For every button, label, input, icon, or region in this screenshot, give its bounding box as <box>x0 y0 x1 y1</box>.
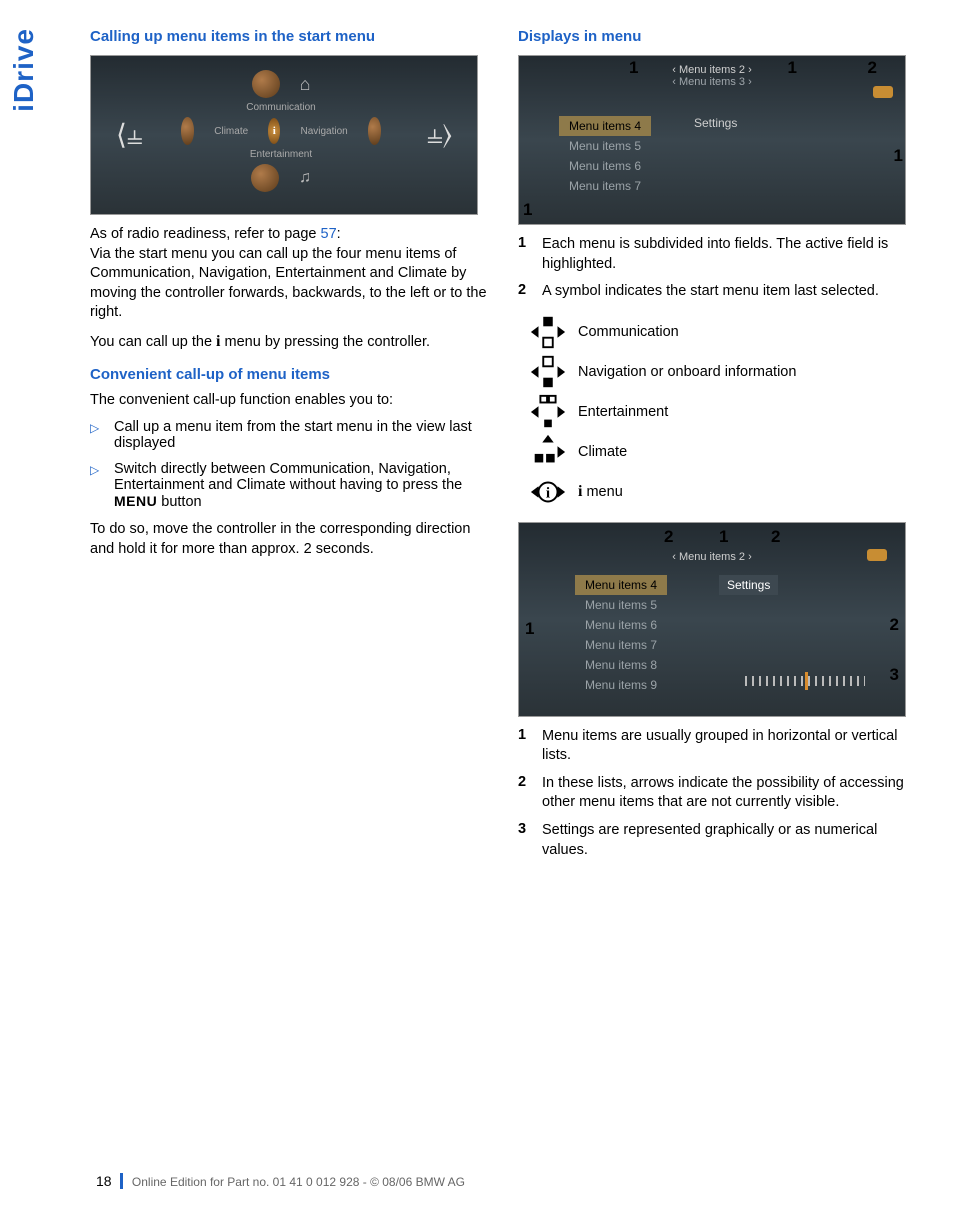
menu-item: Menu items 7 <box>559 176 651 196</box>
i-menu-direction-icon: i <box>518 473 578 511</box>
figure-menu-lists: 2 1 2 1 2 3 ‹ Menu items 2 › Menu items … <box>518 522 906 717</box>
menu-heading: ‹ Menu items 2 › <box>519 64 905 76</box>
arrow-left-icon: ⟨⫨ <box>116 118 143 152</box>
icon-legend: Communication Navigation or onboard info… <box>518 312 918 512</box>
section-tab: iDrive <box>8 28 40 112</box>
label-entertainment: Entertainment <box>181 149 381 160</box>
callout-2: 2 <box>771 527 780 547</box>
communication-direction-icon <box>518 313 578 351</box>
home-icon: ⌂ <box>300 74 311 95</box>
paragraph-radio-readiness: As of radio readiness, refer to page 57:… <box>90 225 490 323</box>
legend-label: Entertainment <box>578 404 668 420</box>
heading-calling-up: Calling up menu items in the start menu <box>90 28 490 45</box>
climate-direction-icon <box>518 433 578 471</box>
menu-heading: ‹ Menu items 2 › <box>519 551 905 563</box>
legend-label: Navigation or onboard information <box>578 364 796 380</box>
heading-convenient: Convenient call-up of menu items <box>90 366 490 383</box>
menu-heading: ‹ Menu items 3 › <box>519 76 905 88</box>
callout-1: 1 <box>523 200 532 220</box>
paragraph-todo: To do so, move the controller in the cor… <box>90 520 490 559</box>
callout-1: 1 <box>719 527 728 547</box>
right-column: Displays in menu 1 1 2 1 1 ‹ Menu items … <box>518 28 918 870</box>
menu-item: Menu items 5 <box>559 136 651 156</box>
entertainment-direction-icon <box>518 393 578 431</box>
callout-1: 1 <box>894 146 903 166</box>
menu-item: Menu items 8 <box>575 655 667 675</box>
settings-label: Settings <box>719 575 778 595</box>
settings-label: Settings <box>694 116 737 130</box>
orb-icon <box>252 70 280 98</box>
bullet-item: ▷ Switch directly between Communication,… <box>90 461 490 510</box>
legend-label: i menu <box>578 483 623 501</box>
orb-icon <box>181 117 194 145</box>
numbered-item: 2A symbol indicates the start menu item … <box>518 282 918 302</box>
footer-text: Online Edition for Part no. 01 41 0 012 … <box>132 1175 465 1189</box>
orb-icon <box>251 164 279 192</box>
triangle-bullet-icon: ▷ <box>90 461 114 510</box>
label-navigation: Navigation <box>300 126 347 137</box>
arrow-right-icon: ⫨⟩ <box>427 118 452 151</box>
numbered-item: 1Each menu is subdivided into fields. Th… <box>518 235 918 274</box>
callout-2: 2 <box>664 527 673 547</box>
label-climate: Climate <box>214 126 248 137</box>
figure-start-menu: ⟨⫨ ⫨⟩ ⌂ Communication Climate i Navigati… <box>90 55 478 215</box>
paragraph-call-up-i-menu: You can call up the i menu by pressing t… <box>90 331 490 353</box>
note-icon: ♫ <box>299 169 311 187</box>
callout-1: 1 <box>525 619 534 639</box>
menu-item: Menu items 9 <box>575 675 667 695</box>
menu-item: Menu items 6 <box>575 615 667 635</box>
settings-gauge <box>745 676 865 686</box>
menu-button-label: MENU <box>114 493 157 509</box>
i-icon: i <box>268 118 280 144</box>
label-communication: Communication <box>181 102 381 113</box>
callout-3: 3 <box>890 665 899 685</box>
orb-icon <box>368 117 381 145</box>
menu-item-active: Menu items 4 <box>559 116 651 136</box>
numbered-item: 3Settings are represented graphically or… <box>518 821 918 860</box>
numbered-item: 1Menu items are usually grouped in horiz… <box>518 727 918 766</box>
navigation-direction-icon <box>518 353 578 391</box>
numbered-item: 2In these lists, arrows indicate the pos… <box>518 774 918 813</box>
menu-item: Menu items 7 <box>575 635 667 655</box>
page-footer: 18 Online Edition for Part no. 01 41 0 0… <box>96 1173 465 1189</box>
heading-displays: Displays in menu <box>518 28 918 45</box>
left-column: Calling up menu items in the start menu … <box>90 28 490 870</box>
page-number: 18 <box>96 1173 123 1189</box>
menu-item-active: Menu items 4 <box>575 575 667 595</box>
svg-text:i: i <box>546 484 550 501</box>
page-link-57[interactable]: 57 <box>321 226 337 242</box>
menu-item: Menu items 5 <box>575 595 667 615</box>
figure-menu-fields: 1 1 2 1 1 ‹ Menu items 2 › ‹ Menu items … <box>518 55 906 225</box>
legend-label: Climate <box>578 444 627 460</box>
legend-label: Communication <box>578 324 679 340</box>
bullet-item: ▷ Call up a menu item from the start men… <box>90 419 490 451</box>
menu-item: Menu items 6 <box>559 156 651 176</box>
paragraph-convenient-intro: The convenient call-up function enables … <box>90 391 490 411</box>
triangle-bullet-icon: ▷ <box>90 419 114 451</box>
callout-2: 2 <box>890 615 899 635</box>
